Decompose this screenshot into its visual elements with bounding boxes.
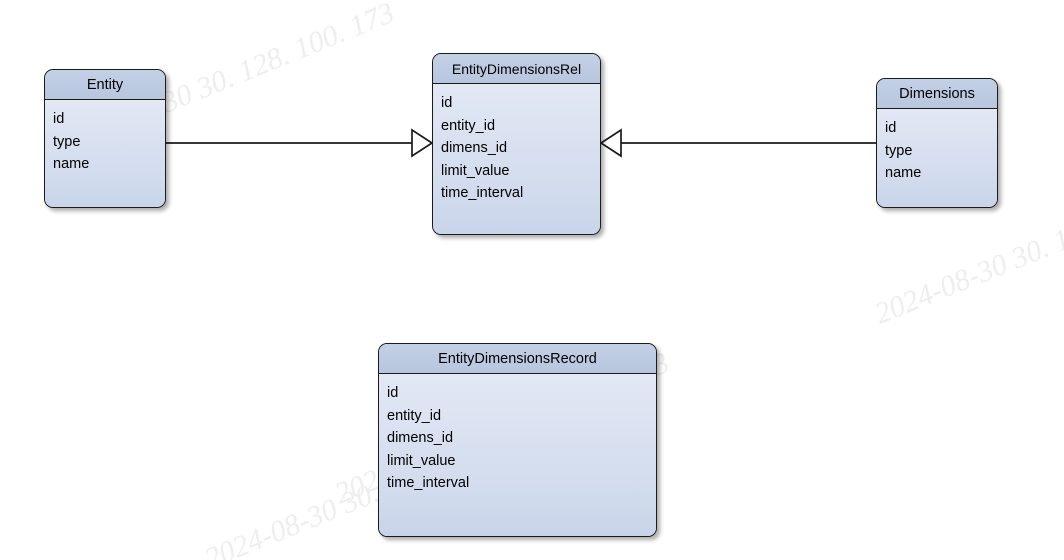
entity-box-entity[interactable]: Entity id type name <box>44 69 166 208</box>
diagram-canvas: 2024-08-30 30. 128. 100. 173 2024-08-30 … <box>0 0 1064 560</box>
attribute-row: name <box>885 165 922 182</box>
entity-title-entitydimensionsrel: EntityDimensionsRel <box>433 54 600 84</box>
entity-title-dimensions: Dimensions <box>877 79 997 109</box>
entity-title-entitydimensionsrecord: EntityDimensionsRecord <box>379 344 656 374</box>
hollow-triangle-arrow-icon-left <box>411 128 434 158</box>
entity-attributes-entity: id type name <box>45 100 165 207</box>
attribute-row: name <box>53 156 90 173</box>
attribute-row: time_interval <box>387 475 470 492</box>
entity-attributes-dimensions: id type name <box>877 109 997 207</box>
attribute-row: entity_id <box>441 117 496 134</box>
attribute-row: type <box>885 142 913 159</box>
connection-dimensions-to-rel <box>599 128 876 158</box>
attribute-row: id <box>387 385 399 401</box>
attribute-row: dimens_id <box>441 140 508 157</box>
attribute-row: id <box>885 120 897 136</box>
attribute-row: limit_value <box>387 452 456 469</box>
entity-box-dimensions[interactable]: Dimensions id type name <box>876 78 998 208</box>
attribute-row: time_interval <box>441 185 524 202</box>
entity-title-entity: Entity <box>45 70 165 100</box>
attribute-row: id <box>53 111 65 127</box>
attribute-row: limit_value <box>441 162 510 179</box>
entity-attributes-entitydimensionsrel: id entity_id dimens_id limit_value time_… <box>433 84 600 234</box>
connection-entity-to-rel <box>166 128 434 158</box>
hollow-triangle-arrow-icon-right <box>599 128 622 158</box>
attribute-row: id <box>441 95 453 111</box>
attribute-row: type <box>53 133 81 150</box>
attribute-row: dimens_id <box>387 430 454 447</box>
entity-box-entitydimensionsrecord[interactable]: EntityDimensionsRecord id entity_id dime… <box>378 343 657 537</box>
attribute-row: entity_id <box>387 407 442 424</box>
entity-box-entitydimensionsrel[interactable]: EntityDimensionsRel id entity_id dimens_… <box>432 53 601 235</box>
entity-attributes-entitydimensionsrecord: id entity_id dimens_id limit_value time_… <box>379 374 656 536</box>
